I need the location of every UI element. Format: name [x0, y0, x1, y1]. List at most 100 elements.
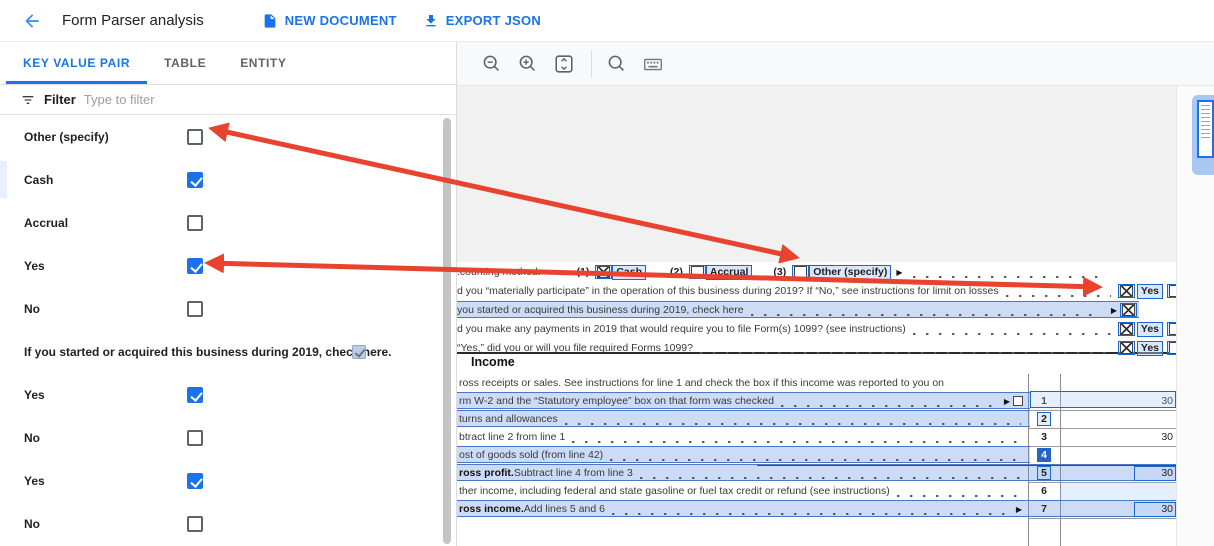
line-number-cell: 5	[1028, 464, 1060, 482]
app: Form Parser analysis NEW DOCUMENT EXPORT…	[0, 0, 1214, 546]
statutory-employee-checkbox[interactable]	[1013, 396, 1023, 406]
text-cell: ross profit. Subtract line 4 from line 3	[457, 464, 1028, 482]
amount-value[interactable]: 30	[1134, 466, 1176, 481]
entity-checkbox-other-specify[interactable]	[792, 265, 809, 279]
line-number-cell: 4	[1028, 446, 1060, 464]
key-value-row[interactable]: No	[0, 416, 442, 459]
table-hline	[1028, 518, 1176, 519]
dotted-leader	[1006, 295, 1111, 297]
kv-checkbox[interactable]	[187, 430, 203, 446]
document-page: :counting method:(1)Cash(2)Accrual(3)Oth…	[457, 262, 1176, 546]
key-value-row[interactable]: If you started or acquired this business…	[0, 330, 442, 373]
kv-checkbox[interactable]	[187, 172, 203, 188]
dotted-leader	[700, 352, 1111, 354]
income-section-header: Income	[471, 355, 515, 369]
key-value-row[interactable]: No	[0, 502, 442, 545]
kv-checkbox[interactable]	[187, 516, 203, 532]
kv-checkbox[interactable]	[187, 129, 203, 145]
method-number: (2)	[670, 266, 683, 278]
entity-checkbox[interactable]	[1118, 322, 1135, 336]
entity-checkbox-cash[interactable]	[595, 265, 612, 279]
panel-scrollbar[interactable]	[443, 118, 451, 544]
tab-key-value-pair[interactable]: KEY VALUE PAIR	[6, 42, 147, 84]
kv-label: Cash	[24, 173, 53, 187]
zoom-out-icon	[481, 53, 503, 75]
zoom-out-button[interactable]	[479, 51, 505, 77]
dotted-leader	[781, 405, 994, 407]
entity-label-other-specify[interactable]: Other (specify)	[809, 265, 891, 280]
filter-input[interactable]	[84, 92, 284, 107]
kv-label: Other (specify)	[24, 130, 109, 144]
key-value-row[interactable]: Yes	[0, 373, 442, 416]
form-text: ost of goods sold (from line 42)	[459, 449, 603, 461]
form-checkbox-checked	[1122, 304, 1135, 316]
kv-label: Yes	[24, 388, 45, 402]
search-icon	[606, 53, 628, 75]
entity-label-accrual[interactable]: Accrual	[706, 265, 753, 280]
kv-checkbox[interactable]	[187, 301, 203, 317]
dotted-leader	[913, 333, 1111, 335]
form-text-bold: ross profit.	[459, 467, 514, 479]
tab-table[interactable]: TABLE	[147, 42, 223, 84]
dotted-leader	[640, 477, 1021, 479]
form-question-line: “Yes,” did you or will you file required…	[457, 339, 1176, 357]
line-number: 3	[1041, 431, 1047, 443]
entity-checkbox-no-cut[interactable]	[1167, 322, 1176, 336]
new-document-button[interactable]: NEW DOCUMENT	[262, 13, 397, 29]
entity-checkbox-no-cut[interactable]	[1167, 341, 1176, 355]
back-button[interactable]	[20, 9, 44, 33]
entity-label-yes[interactable]: Yes	[1137, 322, 1163, 337]
income-intro-line: ross receipts or sales. See instructions…	[457, 374, 1176, 392]
amount-cell: 30	[1060, 428, 1176, 446]
key-value-row[interactable]: Other (specify)	[0, 115, 442, 158]
kv-label: No	[24, 431, 40, 445]
entity-label-cash[interactable]: Cash	[612, 265, 646, 280]
key-value-row[interactable]: No	[0, 287, 442, 330]
entity-checkbox[interactable]	[1120, 303, 1137, 317]
kv-checkbox[interactable]	[187, 215, 203, 231]
form-text: turns and allowances	[459, 413, 558, 425]
app-header: Form Parser analysis NEW DOCUMENT EXPORT…	[0, 0, 1214, 42]
entity-label-yes[interactable]: Yes	[1137, 284, 1163, 299]
zoom-in-button[interactable]	[515, 51, 541, 77]
download-icon	[423, 13, 439, 29]
filter-bar: Filter	[0, 85, 456, 115]
form-checkbox-checked	[1120, 342, 1133, 354]
entity-label-yes[interactable]: Yes	[1137, 341, 1163, 356]
kv-checkbox[interactable]	[187, 258, 203, 274]
text-cell: ther income, including federal and state…	[457, 482, 1028, 500]
kv-checkbox[interactable]	[187, 387, 203, 403]
thumbnail-panel	[1176, 86, 1214, 546]
form-checkbox	[794, 266, 807, 278]
line-number[interactable]: 4	[1037, 448, 1051, 462]
key-value-row[interactable]: Accrual	[0, 201, 442, 244]
kv-checkbox[interactable]	[352, 345, 366, 359]
entity-checkbox-no-cut[interactable]	[1167, 284, 1176, 298]
filter-label: Filter	[44, 92, 76, 107]
line-number[interactable]: 5	[1037, 466, 1051, 480]
entity-checkbox[interactable]	[1118, 284, 1135, 298]
text-cell: ross income. Add lines 5 and 6▶	[457, 500, 1028, 518]
fit-to-page-button[interactable]	[551, 51, 577, 77]
search-button[interactable]	[604, 51, 630, 77]
amount-value[interactable]: 30	[1134, 502, 1176, 517]
line-number[interactable]: 2	[1037, 412, 1051, 426]
entity-value-box[interactable]	[1030, 391, 1176, 408]
export-json-button[interactable]: EXPORT JSON	[423, 13, 541, 29]
key-value-row[interactable]: Cash	[0, 158, 442, 201]
amount-cell: 30	[1060, 500, 1176, 518]
kv-checkbox[interactable]	[187, 473, 203, 489]
export-json-label: EXPORT JSON	[446, 13, 541, 28]
entity-checkbox[interactable]	[1118, 341, 1135, 355]
entity-checkbox-accrual[interactable]	[689, 265, 706, 279]
page-thumbnail[interactable]	[1192, 95, 1214, 175]
form-text-bold: ross income.	[459, 503, 524, 515]
key-value-panel: KEY VALUE PAIRTABLEENTITY Filter Other (…	[0, 42, 457, 546]
pointer-triangle: ▶	[896, 268, 902, 277]
key-value-row[interactable]: Yes	[0, 244, 442, 287]
dotted-leader	[897, 495, 1021, 497]
form-checkbox-checked	[1120, 323, 1133, 335]
shortcut-keys-button[interactable]	[640, 51, 666, 77]
key-value-row[interactable]: Yes	[0, 459, 442, 502]
tab-entity[interactable]: ENTITY	[223, 42, 303, 84]
